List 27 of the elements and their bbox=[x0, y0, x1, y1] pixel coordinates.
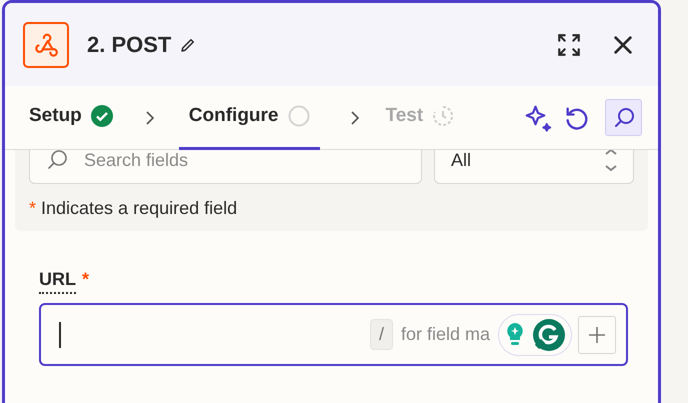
text-cursor bbox=[59, 322, 61, 348]
grammar-widget[interactable] bbox=[498, 314, 572, 356]
required-note: * Indicates a required field bbox=[29, 198, 238, 219]
step-tab[interactable]: Setup bbox=[27, 86, 115, 150]
expand-icon[interactable] bbox=[556, 32, 582, 58]
close-icon[interactable] bbox=[612, 34, 634, 56]
timer-icon bbox=[432, 105, 454, 127]
filter-select[interactable]: All bbox=[434, 150, 634, 184]
chevron-icon bbox=[144, 110, 155, 126]
url-input-field[interactable]: / for field ma bbox=[39, 303, 628, 366]
chevron-icon bbox=[350, 110, 360, 126]
g-logo-icon bbox=[533, 318, 565, 350]
lightbulb-icon bbox=[505, 322, 525, 348]
field-label: URL bbox=[39, 269, 76, 294]
plus-icon bbox=[587, 324, 607, 344]
search-field[interactable]: Search fields bbox=[29, 150, 422, 184]
check-circle-icon bbox=[90, 105, 113, 127]
required-mark: * bbox=[82, 269, 90, 291]
step-title: 2. POST bbox=[87, 32, 172, 58]
key-hint: / bbox=[370, 319, 393, 350]
sparkle-icon[interactable] bbox=[523, 102, 553, 132]
webhook-icon bbox=[23, 22, 69, 68]
updown-icon bbox=[603, 150, 619, 173]
empty-circle-icon bbox=[288, 105, 310, 127]
search-toggle-button[interactable] bbox=[605, 99, 642, 136]
add-button[interactable] bbox=[578, 316, 616, 354]
hint-text: for field ma bbox=[400, 324, 490, 345]
